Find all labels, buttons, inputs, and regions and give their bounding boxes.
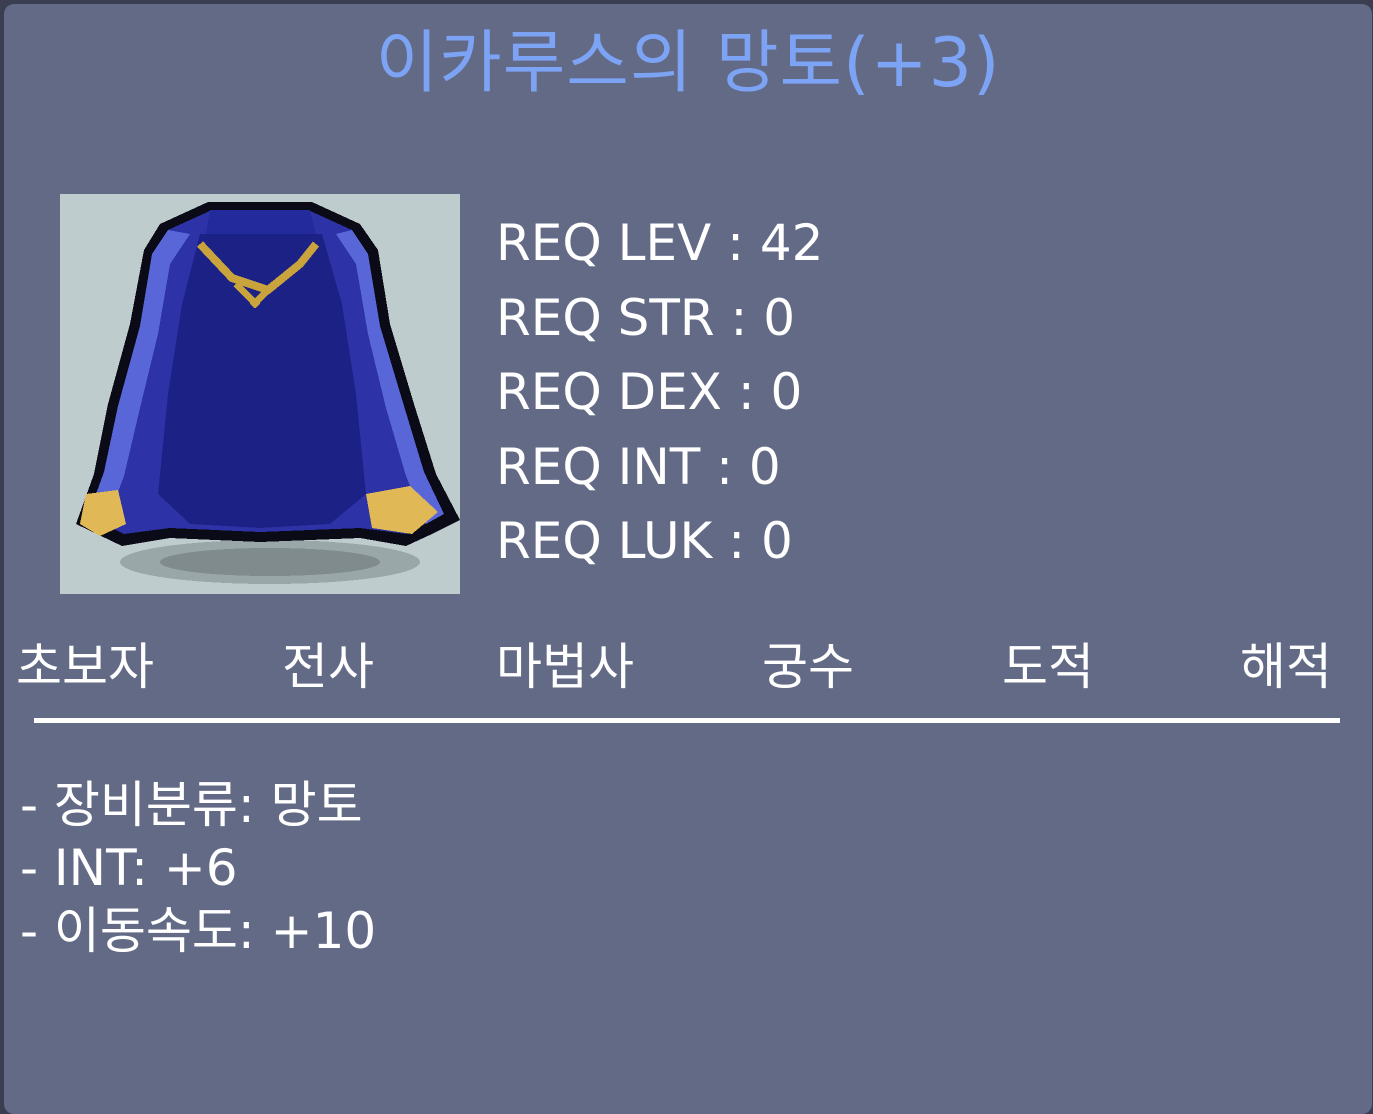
item-title: 이카루스의 망토(+3) xyxy=(375,24,1001,103)
job-beginner: 초보자 xyxy=(16,638,154,696)
req-str: REQ STR : 0 xyxy=(496,288,796,347)
job-warrior: 전사 xyxy=(282,638,374,696)
job-thief: 도적 xyxy=(1002,638,1094,696)
job-magician: 마법사 xyxy=(496,638,634,696)
item-tooltip: 이카루스의 망토(+3) REQ LEV : 42 REQ STR: 0 RE… xyxy=(4,4,1372,1114)
item-image-frame xyxy=(60,194,460,594)
req-dex: REQ DEX : 0 xyxy=(496,363,803,421)
stat-int: - INT: +6 xyxy=(20,839,238,897)
requirements-list: REQ LEV : 42 REQ STR : 0 REQ DEX : 0 REQ… xyxy=(496,206,824,579)
item-stats: - 장비분류: 망토 - INT: +6 - 이동속도: +10 xyxy=(20,774,376,963)
req-int: REQ INT : 0 xyxy=(496,437,781,496)
stat-move-speed: - 이동속도: +10 xyxy=(20,902,377,960)
req-level: REQ LEV : 42 xyxy=(496,214,824,272)
section-divider xyxy=(34,718,1340,723)
stat-category: - 장비분류: 망토 xyxy=(20,776,363,834)
job-pirate: 해적 xyxy=(1240,638,1332,696)
req-luk: REQ LUK : 0 xyxy=(496,512,793,570)
blue-cape-icon xyxy=(76,202,460,584)
job-archer: 궁수 xyxy=(762,638,854,696)
job-list: 초보자 전사 마법사 궁수 도적 해적 xyxy=(16,632,1346,702)
